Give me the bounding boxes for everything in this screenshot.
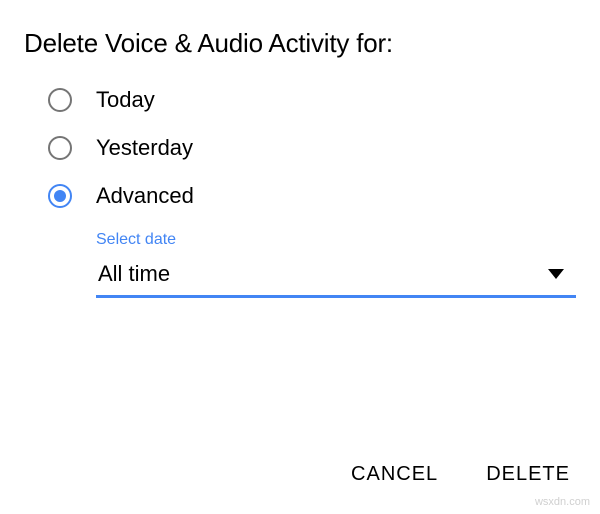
time-range-radio-group: Today Yesterday Advanced <box>24 87 576 209</box>
radio-option-yesterday[interactable]: Yesterday <box>48 135 576 161</box>
cancel-button[interactable]: CANCEL <box>351 463 438 486</box>
dialog-actions: CANCEL DELETE <box>351 463 570 486</box>
dialog-title: Delete Voice & Audio Activity for: <box>24 28 576 59</box>
radio-label: Yesterday <box>96 135 193 161</box>
radio-label: Advanced <box>96 183 194 209</box>
date-select-value: All time <box>98 261 170 287</box>
radio-icon <box>48 136 72 160</box>
date-select-label: Select date <box>96 231 576 249</box>
date-select-section: Select date All time <box>24 231 576 298</box>
radio-label: Today <box>96 87 155 113</box>
watermark-text: wsxdn.com <box>535 496 590 508</box>
radio-dot-icon <box>54 190 66 202</box>
radio-icon-selected <box>48 184 72 208</box>
delete-button[interactable]: DELETE <box>486 463 570 486</box>
chevron-down-icon <box>548 269 564 279</box>
radio-option-advanced[interactable]: Advanced <box>48 183 576 209</box>
date-select-dropdown[interactable]: All time <box>96 255 576 298</box>
radio-icon <box>48 88 72 112</box>
radio-option-today[interactable]: Today <box>48 87 576 113</box>
